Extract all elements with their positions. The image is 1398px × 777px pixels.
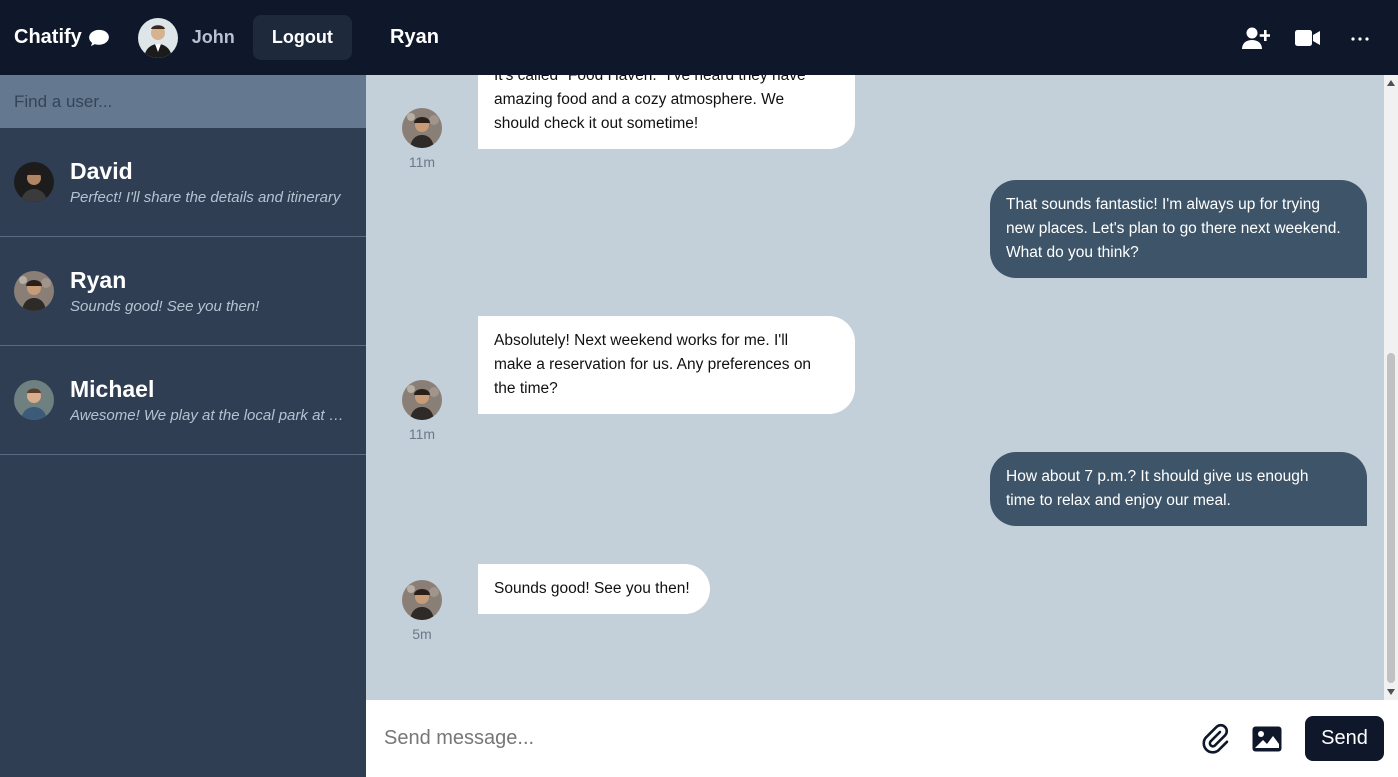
message-line: time to relax and enjoy our meal.	[1006, 492, 1231, 509]
user-search	[0, 75, 366, 128]
message-incoming: Absolutely! Next weekend works for me. I…	[478, 316, 855, 414]
message-line: Absolutely! Next weekend works for me. I…	[494, 332, 789, 349]
send-button[interactable]: Send	[1305, 716, 1384, 761]
chat-panel: Ryan It's called "Food Haven." I've hear…	[366, 0, 1398, 777]
message-scrollbar[interactable]	[1384, 75, 1398, 700]
paperclip-icon[interactable]	[1199, 723, 1231, 755]
message-line: That sounds fantastic! I'm always up for…	[1006, 196, 1320, 213]
contact-last-message: Perfect! I'll share the details and itin…	[70, 189, 341, 206]
add-user-icon[interactable]	[1242, 24, 1270, 52]
message-bubble: Absolutely! Next weekend works for me. I…	[478, 316, 855, 414]
chat-header: Ryan	[366, 0, 1398, 75]
image-icon[interactable]	[1251, 723, 1283, 755]
scroll-down-icon[interactable]	[1387, 689, 1395, 695]
contact-last-message: Sounds good! See you then!	[70, 298, 260, 315]
message-time: 11m	[408, 154, 436, 170]
avatar	[402, 580, 442, 620]
avatar	[14, 380, 54, 420]
message-line: amazing food and a cozy atmosphere. We	[494, 91, 785, 108]
message-line: How about 7 p.m.? It should give us enou…	[1006, 468, 1309, 485]
video-call-icon[interactable]	[1294, 24, 1322, 52]
message-incoming: Sounds good! See you then!	[478, 564, 710, 614]
message-input[interactable]	[384, 727, 1199, 750]
message-incoming: It's called "Food Haven." I've heard the…	[478, 75, 855, 149]
message-line: new places. Let's plan to go there next …	[1006, 220, 1341, 237]
message-outgoing: How about 7 p.m.? It should give us enou…	[990, 452, 1367, 526]
avatar	[402, 380, 442, 420]
message-time: 5m	[412, 626, 432, 642]
brand: Chatify	[14, 26, 110, 49]
user-search-input[interactable]	[14, 91, 352, 112]
message-bubble: That sounds fantastic! I'm always up for…	[990, 180, 1367, 278]
chat-bubble-icon	[88, 29, 109, 46]
avatar	[402, 108, 442, 148]
contact-item-david[interactable]: David Perfect! I'll share the details an…	[0, 128, 366, 237]
avatar	[14, 162, 54, 202]
message-line: It's called "Food Haven." I've heard the…	[494, 75, 806, 84]
sidebar: Chatify John Logout Find a user... David…	[0, 0, 366, 777]
contact-item-ryan[interactable]: Ryan Sounds good! See you then!	[0, 237, 366, 346]
contact-name: Ryan	[70, 267, 127, 293]
message-time: 11m	[408, 426, 436, 442]
more-options-icon[interactable]	[1346, 24, 1374, 52]
message-line: Sounds good! See you then!	[494, 580, 690, 597]
message-bubble: It's called "Food Haven." I've heard the…	[478, 75, 855, 149]
current-user: John	[137, 17, 235, 58]
brand-name: Chatify	[14, 26, 82, 48]
contact-name: Michael	[70, 376, 155, 402]
message-bubble: How about 7 p.m.? It should give us enou…	[990, 452, 1367, 526]
message-line: the time?	[494, 380, 558, 397]
message-line: What do you think?	[1006, 244, 1139, 261]
contact-item-michael[interactable]: Michael Awesome! We play at the local pa…	[0, 346, 366, 455]
message-line: should check it out sometime!	[494, 115, 699, 132]
scroll-thumb[interactable]	[1387, 353, 1395, 683]
message-bubble: Sounds good! See you then!	[478, 564, 710, 614]
message-composer: Send	[366, 700, 1398, 777]
scroll-up-icon[interactable]	[1387, 80, 1395, 86]
chat-title: Ryan	[390, 26, 439, 48]
avatar	[137, 17, 178, 58]
message-list: It's called "Food Haven." I've heard the…	[366, 75, 1384, 700]
current-user-name: John	[191, 27, 235, 47]
message-outgoing: That sounds fantastic! I'm always up for…	[990, 180, 1367, 278]
logout-button[interactable]: Logout	[252, 15, 352, 60]
avatar	[14, 271, 54, 311]
contact-last-message: Awesome! We play at the local park at 5p…	[70, 407, 350, 424]
sidebar-header: Chatify John Logout	[0, 0, 366, 75]
contact-name: David	[70, 158, 133, 184]
message-line: make a reservation for us. Any preferenc…	[494, 356, 812, 373]
